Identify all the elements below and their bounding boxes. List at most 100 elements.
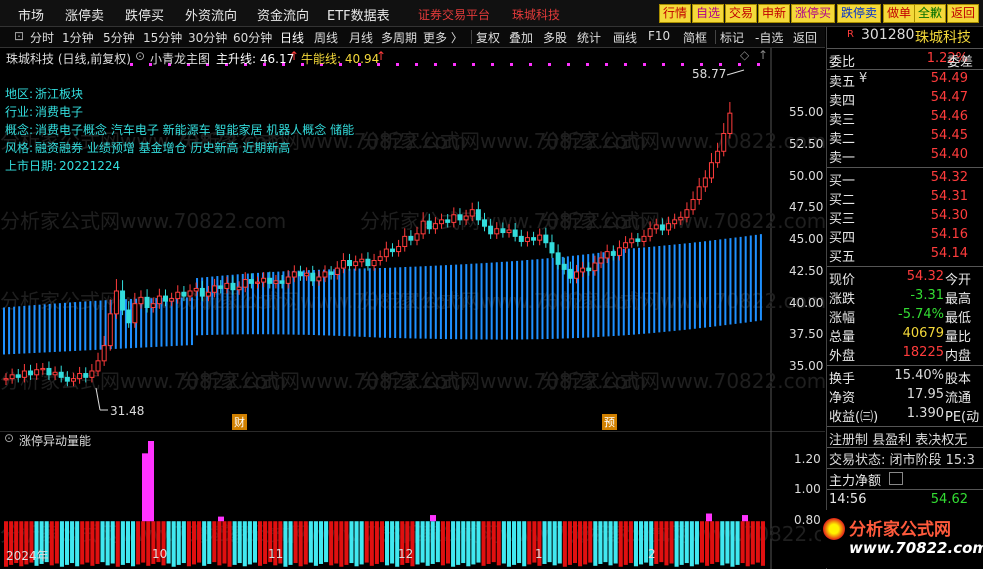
period-toolbar: 分时 1分钟 5分钟 15分钟 30分钟 60分钟 日线 周线 月线 多周期 更多 〉复权 叠加 多股统… [0,27,825,48]
sell-row: 卖五 ¥54.49 [827,71,983,90]
quote-label: 外盘 [829,349,856,364]
candle-down [555,252,561,265]
signal-dot [700,63,703,66]
toolbar-item-7[interactable]: 周线 [314,29,338,46]
candle-up [3,378,9,381]
watchlist-button[interactable]: 自选 [692,4,725,23]
candle-up [353,261,359,267]
candle-down [162,295,168,302]
signal-dot [548,63,551,66]
candle-up [690,199,696,211]
net-flow-row[interactable]: 主力净额 [827,470,983,489]
up-arrow-icon[interactable]: ↑ [758,48,768,62]
menu-limit-up-sell[interactable]: 涨停卖 [65,5,104,24]
candle-up [322,271,328,278]
stat-label: 换手 [829,372,856,387]
clock-icon[interactable]: ⊡ [14,29,24,43]
candle-up [721,132,727,152]
main-kline-panel[interactable]: 分析家公式网www.70822.com 分析家公式网www.70822.com 分析… [0,48,825,431]
toolbar-item-3[interactable]: 15分钟 [143,29,182,46]
candle-down [659,224,665,231]
toolbar-item-2[interactable]: 5分钟 [103,29,135,46]
toolbar-item-5[interactable]: 60分钟 [233,29,272,46]
info-row: 风格: 融资融券 业绩预增 基金增仓 历史新高 近期新高 [5,139,290,156]
signal-dot [453,63,456,66]
date-label: 2 [648,547,656,561]
candle-down [267,277,273,284]
limit-down-sell-button[interactable]: 跌停卖 [837,4,882,23]
market-flag: R [847,29,854,40]
candle-up [432,223,438,230]
toolbar-item-15[interactable]: 画线 [613,29,637,46]
site-logo: 分析家公式网 www.70822.com [821,510,983,568]
menu-foreign-flow[interactable]: 外资流向 [185,5,237,24]
signal-dot [624,63,627,66]
grid-icon[interactable] [889,472,903,485]
candle-up [334,267,340,275]
sub-indicator-panel[interactable]: 分析家公式网www.70822.com分析家公式网www.70822.com分析… [0,431,825,569]
toolbar-item-1[interactable]: 1分钟 [62,29,94,46]
kline-chart[interactable]: 分析家公式网www.70822.com分析家公式网www.70822.com分析… [0,48,825,431]
candle-down [488,225,494,235]
toolbar-item-11[interactable]: 复权 [476,29,500,46]
candle-down [445,219,451,223]
diamond-icon[interactable]: ◇ [740,48,749,62]
buy-row: 买五 54.14 [827,246,983,265]
menu-limit-down-buy[interactable]: 跌停买 [125,5,164,24]
toolbar-item-13[interactable]: 多股 [543,29,567,46]
candle-up [70,378,76,382]
toolbar-item-19[interactable]: -自选 [755,29,783,46]
limit-up-buy-button[interactable]: 涨停买 [791,4,836,23]
candle-down [635,238,641,242]
volume-spike [706,513,712,522]
sell-label: 卖五 [829,75,856,90]
return-button[interactable]: 返回 [947,4,980,23]
signal-dot [757,63,760,66]
toolbar-item-9[interactable]: 多周期 [381,29,417,46]
toolbar-item-0[interactable]: 分时 [30,29,54,46]
candle-down [58,371,64,378]
quote-row: 现价 54.32 今开 [827,269,983,288]
candle-up [524,237,530,242]
candle-down [561,263,567,270]
buy-label: 买三 [829,212,856,227]
toolbar-item-10[interactable]: 更多 〉 [423,29,463,46]
menu-capital-flow[interactable]: 资金流向 [257,5,309,24]
order-button[interactable]: 做单 [883,4,916,23]
price-axis: 55.00 52.50 50.00 47.50 45.00 42.50 40.00 37.50… [772,48,823,431]
volume-spike [742,515,748,522]
all-button[interactable]: 全歉 [914,4,947,23]
candle-up [592,262,598,272]
candle-up [678,216,684,221]
trade-button[interactable]: 交易 [725,4,758,23]
toolbar-item-8[interactable]: 月线 [349,29,373,46]
volume-spike [142,453,148,522]
quote-button[interactable]: 行情 [659,4,692,23]
toolbar-item-20[interactable]: 返回 [793,29,817,46]
quote-side-label: 今开 [945,273,972,288]
candle-up [537,234,543,241]
candle-up [89,370,95,378]
toolbar-item-14[interactable]: 统计 [577,29,601,46]
candle-up [574,271,580,279]
toolbar-item-16[interactable]: F10 [648,29,670,43]
stat-side-label: 股本 [945,372,972,387]
info-row: 地区: 浙江板块 [5,85,83,102]
menu-etf-table[interactable]: ETF数据表 [327,5,390,24]
sell-price: 54.40 [930,147,968,162]
toolbar-item-6[interactable]: 日线 [280,29,304,46]
candle-up [598,257,604,264]
webi-diff-label: 委差 [947,55,974,70]
menu-market[interactable]: 市场 [18,5,44,24]
collapse-icon[interactable]: ⊙ [4,431,14,445]
forecast-marker[interactable]: 预 [602,414,617,430]
toolbar-item-18[interactable]: 标记 [720,29,744,46]
toolbar-item-12[interactable]: 叠加 [509,29,533,46]
collapse-icon[interactable]: ⊙ [135,49,145,63]
new-issue-button[interactable]: 申新 [758,4,791,23]
toolbar-item-4[interactable]: 30分钟 [188,29,227,46]
financial-report-marker[interactable]: 财 [232,414,247,430]
buy-price: 54.31 [930,189,968,204]
toolbar-item-17[interactable]: 简框 [683,29,707,46]
registration-info: 注册制 县盈利 表决权无 [829,433,968,448]
